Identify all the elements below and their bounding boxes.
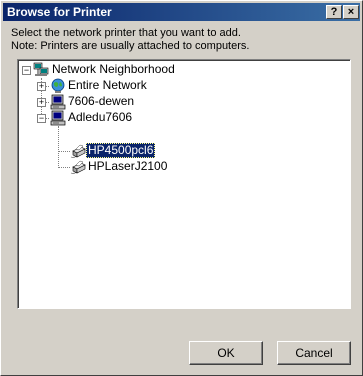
help-button[interactable]: ? bbox=[326, 5, 342, 19]
tree-node-label[interactable]: Entire Network bbox=[66, 78, 149, 93]
expand-toggle[interactable]: + bbox=[37, 82, 46, 91]
tree-node-hplaserj2100[interactable]: HPLaserJ2100 bbox=[18, 159, 348, 175]
dialog-title: Browse for Printer bbox=[7, 5, 112, 19]
close-button[interactable]: × bbox=[343, 5, 359, 19]
instructions: Select the network printer that you want… bbox=[11, 27, 351, 53]
printer-tree-view[interactable]: − Network Neighborhood + Entire Network bbox=[17, 59, 351, 309]
tree-node-network-neighborhood[interactable]: − Network Neighborhood bbox=[18, 62, 348, 78]
collapse-toggle[interactable]: − bbox=[37, 114, 46, 123]
tree-node-label[interactable]: HPLaserJ2100 bbox=[86, 159, 169, 174]
tree-node-label[interactable]: 7606-dewen bbox=[66, 94, 136, 109]
network-neighborhood-icon bbox=[33, 62, 49, 76]
tree-node-adledu7606[interactable]: − Adledu7606 bbox=[18, 110, 348, 126]
cancel-button[interactable]: Cancel bbox=[277, 341, 351, 365]
tree-node-7606-dewen[interactable]: + 7606-dewen bbox=[18, 94, 348, 110]
tree-node-hp4500pcl6[interactable]: HP4500pcl6 bbox=[18, 143, 348, 159]
instruction-line-1: Select the network printer that you want… bbox=[11, 27, 241, 39]
browse-for-printer-dialog: Browse for Printer ? × Select the networ… bbox=[0, 0, 363, 376]
expand-toggle[interactable]: + bbox=[37, 98, 46, 107]
ok-button[interactable]: OK bbox=[189, 341, 263, 365]
collapse-toggle[interactable]: − bbox=[22, 66, 31, 75]
computer-icon bbox=[50, 94, 66, 110]
tree-node-label[interactable]: Adledu7606 bbox=[66, 110, 134, 125]
title-bar: Browse for Printer ? × bbox=[3, 3, 360, 21]
printer-icon bbox=[70, 144, 86, 158]
computer-icon bbox=[50, 110, 66, 126]
printer-icon bbox=[70, 160, 86, 174]
tree-node-entire-network[interactable]: + Entire Network bbox=[18, 78, 348, 94]
instruction-line-2: Note: Printers are usually attached to c… bbox=[11, 40, 250, 52]
tree-node-label[interactable]: Network Neighborhood bbox=[50, 62, 177, 77]
tree-node-label[interactable]: HP4500pcl6 bbox=[86, 143, 156, 158]
globe-icon bbox=[51, 78, 65, 93]
